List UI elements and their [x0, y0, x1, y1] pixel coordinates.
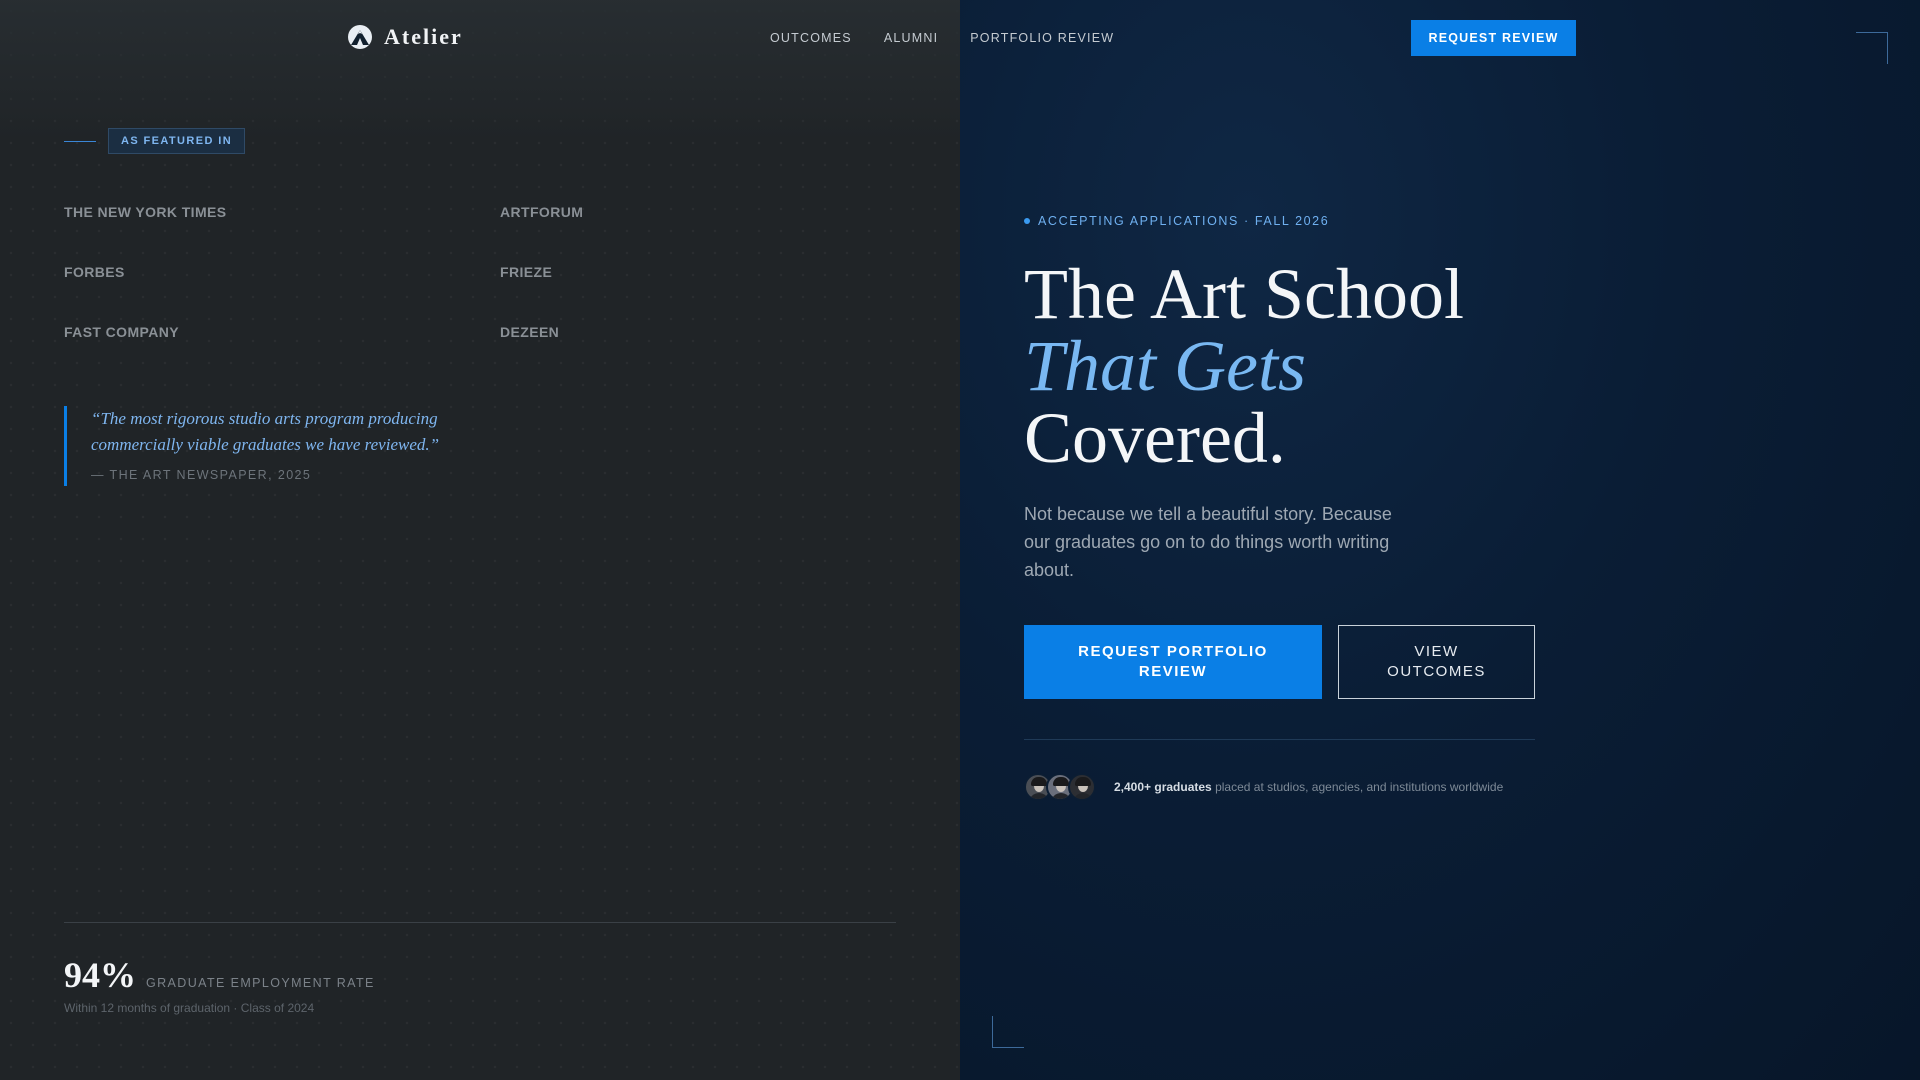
press-quote: “The most rigorous studio arts program p… [64, 406, 484, 486]
proof-description: placed at studios, agencies, and institu… [1211, 780, 1504, 794]
nav-links: OUTCOMES ALUMNI PORTFOLIO REVIEW [770, 31, 1114, 45]
proof-text: 2,400+ graduates placed at studios, agen… [1114, 780, 1503, 794]
brand-name: Atelier [384, 24, 463, 49]
nav-link-outcomes[interactable]: OUTCOMES [770, 31, 852, 45]
mountain-logo-icon [348, 25, 372, 49]
featured-badge: AS FEATURED IN [108, 128, 246, 154]
eyebrow: ACCEPTING APPLICATIONS · FALL 2026 [1024, 214, 1329, 228]
eyebrow-text: ACCEPTING APPLICATIONS · FALL 2026 [1038, 214, 1330, 228]
brand[interactable]: Atelier [348, 24, 463, 50]
hero-divider [1024, 739, 1535, 740]
corner-decoration-top-right [1856, 32, 1888, 64]
featured-panel [0, 0, 960, 1080]
view-outcomes-button[interactable]: VIEW OUTCOMES [1338, 625, 1535, 699]
press-item: THE NEW YORK TIMES [64, 204, 227, 220]
avatar [1068, 773, 1096, 801]
hero-title: The Art School That Gets Covered. [1024, 258, 1464, 474]
social-proof: 2,400+ graduates placed at studios, agen… [1024, 773, 1503, 801]
request-portfolio-review-button[interactable]: REQUEST PORTFOLIO REVIEW [1024, 625, 1322, 699]
stat-subtext: Within 12 months of graduation · Class o… [64, 1001, 315, 1015]
corner-decoration-bottom-left [992, 1016, 1024, 1048]
press-list: THE NEW YORK TIMES ARTFORUM FORBES FRIEZ… [64, 204, 904, 340]
hero-subtitle: Not because we tell a beautiful story. B… [1024, 504, 1392, 580]
status-dot-icon [1024, 218, 1030, 224]
quote-text: “The most rigorous studio arts program p… [91, 409, 440, 454]
press-item: DEZEEN [500, 324, 560, 340]
top-nav: Atelier OUTCOMES ALUMNI PORTFOLIO REVIEW… [0, 0, 1920, 76]
featured-header: AS FEATURED IN [64, 128, 246, 154]
hero-title-line-2: That Gets [1024, 326, 1307, 406]
stat-label: GRADUATE EMPLOYMENT RATE [146, 976, 375, 990]
request-review-button[interactable]: REQUEST REVIEW [1411, 20, 1576, 56]
nav-link-alumni[interactable]: ALUMNI [884, 31, 938, 45]
employment-stat: 94% GRADUATE EMPLOYMENT RATE [64, 954, 375, 996]
hero-title-line-3: Covered. [1024, 398, 1286, 478]
quote-source: — THE ART NEWSPAPER, 2025 [91, 468, 312, 482]
proof-count: 2,400+ graduates [1114, 780, 1212, 794]
stat-divider [64, 922, 896, 923]
hero-title-line-1: The Art School [1024, 254, 1464, 334]
press-item: FORBES [64, 264, 125, 280]
featured-rule [64, 140, 96, 142]
stat-value: 94% [64, 955, 136, 995]
press-item: ARTFORUM [500, 204, 584, 220]
press-item: FRIEZE [500, 264, 553, 280]
nav-link-portfolio-review[interactable]: PORTFOLIO REVIEW [970, 31, 1114, 45]
avatar-stack [1024, 773, 1096, 801]
press-item: FAST COMPANY [64, 324, 179, 340]
